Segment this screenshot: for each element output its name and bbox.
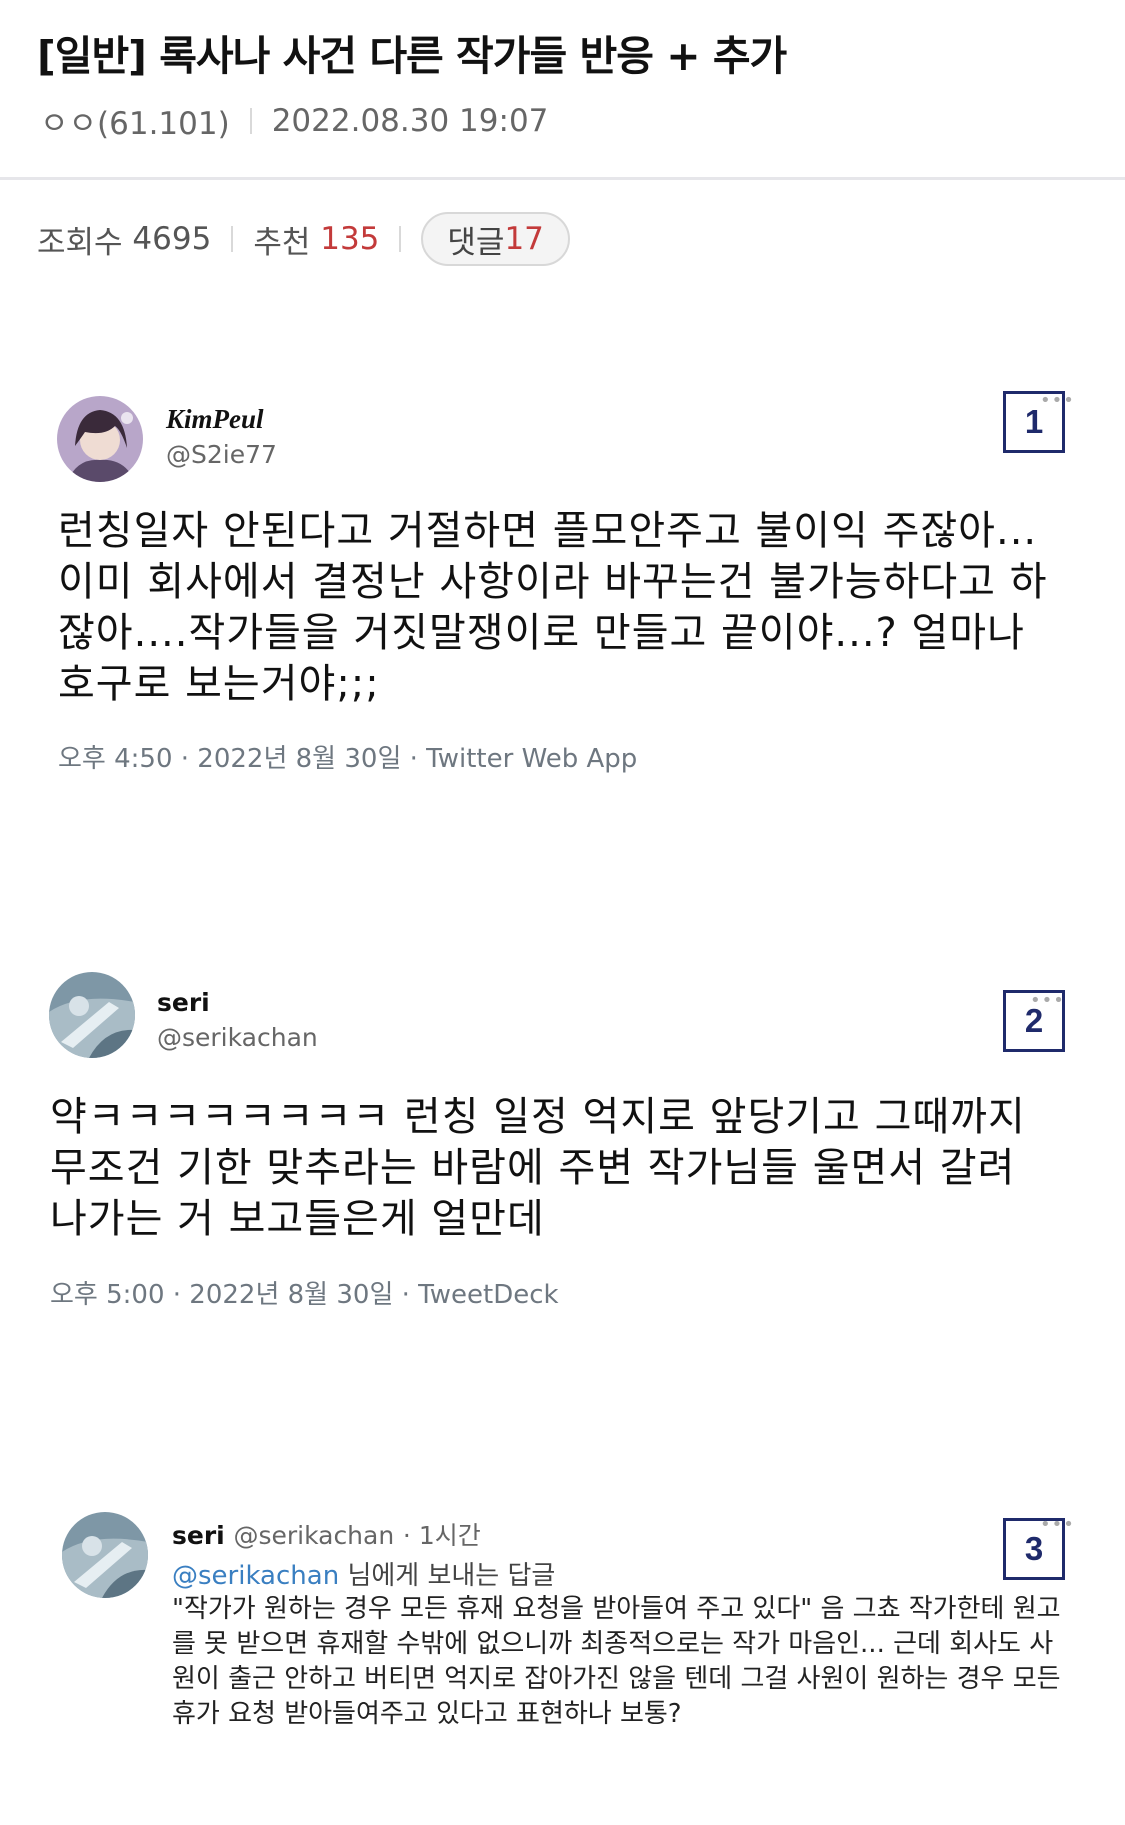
tweet-author-name: KimPeul <box>166 404 264 434</box>
avatar <box>57 396 143 482</box>
post-date: 2022.08.30 19:07 <box>271 102 549 139</box>
reply-header: seri @serikachan · 1시간 <box>172 1516 481 1552</box>
recommend-label: 추천 <box>253 224 311 261</box>
views-count: 4695 <box>132 221 212 257</box>
divider <box>249 107 252 134</box>
tweet-author-handle: @serikachan <box>233 1521 395 1550</box>
tweet-meta: 오후 5:00 · 2022년 8월 30일 · TweetDeck <box>50 1280 559 1310</box>
post-meta: ㅇㅇ(61.101) 2022.08.30 19:07 <box>40 98 548 143</box>
tweet-card-1: KimPeul @S2ie77 1 ••• 런칭일자 안된다고 거절하면 플모안… <box>0 380 1125 800</box>
tweet-author-name: seri <box>172 1521 225 1550</box>
divider <box>231 226 234 252</box>
comments-count: 17 <box>504 221 544 257</box>
avatar <box>62 1512 148 1598</box>
post-title: [일반] 록사나 사건 다른 작가들 반응 + 추가 <box>37 32 787 80</box>
more-icon[interactable]: ••• <box>1040 1514 1075 1535</box>
tweet-meta: 오후 4:50 · 2022년 8월 30일 · Twitter Web App <box>58 744 638 774</box>
tweet-body: 런칭일자 안된다고 거절하면 플모안주고 불이익 주잖아...이미 회사에서 결… <box>58 508 1048 707</box>
tweet-author-handle: @serikachan <box>157 1023 318 1052</box>
post-author[interactable]: ㅇㅇ(61.101) <box>40 98 230 143</box>
tweet-body: 약ㅋㅋㅋㅋㅋㅋㅋㅋ 런칭 일정 억지로 앞당기고 그때까지 무조건 기한 맞추라… <box>50 1094 1026 1242</box>
tweet-body: "작가가 원하는 경우 모든 휴재 요청을 받아들여 주고 있다" 음 그쵸 작… <box>172 1594 1061 1729</box>
more-icon[interactable]: ••• <box>1030 990 1065 1011</box>
tweet-card-3: seri @serikachan · 1시간 3 ••• @serikachan… <box>0 1500 1125 1760</box>
reply-to-suffix: 님에게 보내는 답글 <box>347 1561 556 1591</box>
reply-to-line: @serikachan 님에게 보내는 답글 <box>172 1555 555 1592</box>
views-label: 조회수 <box>37 224 123 261</box>
tweet-card-2: seri @serikachan 2 ••• 약ㅋㅋㅋㅋㅋㅋㅋㅋ 런칭 일정 억… <box>0 960 1125 1320</box>
tweet-time: · 1시간 <box>402 1521 481 1550</box>
tweet-author-handle: @S2ie77 <box>166 440 277 469</box>
tweet-author-name: seri <box>157 988 210 1017</box>
comments-button[interactable]: 댓글 17 <box>421 212 570 266</box>
comments-label: 댓글 <box>447 224 505 261</box>
post-header: [일반] 록사나 사건 다른 작가들 반응 + 추가 ㅇㅇ(61.101) 20… <box>0 0 1125 180</box>
more-icon[interactable]: ••• <box>1040 390 1075 411</box>
reply-to-link[interactable]: @serikachan <box>172 1561 339 1591</box>
divider <box>399 226 402 252</box>
avatar <box>49 972 135 1058</box>
recommend-count: 135 <box>320 221 380 257</box>
post-stats: 조회수 4695 추천 135 댓글 17 <box>37 212 570 266</box>
